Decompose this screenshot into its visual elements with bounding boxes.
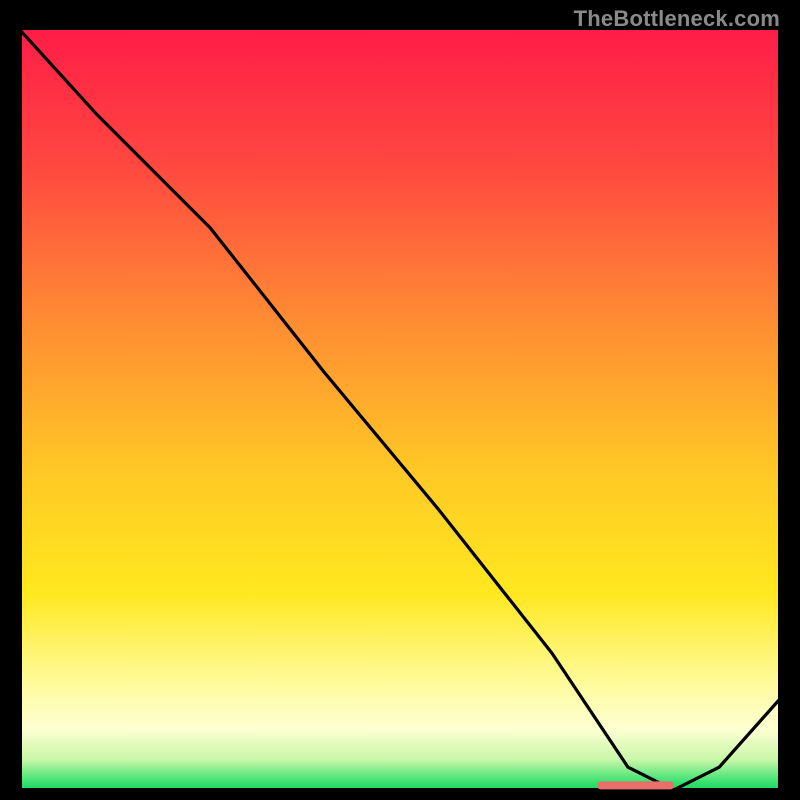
chart-svg (20, 30, 780, 790)
gradient-background (20, 30, 780, 790)
bottom-marker (598, 781, 674, 789)
watermark-text: TheBottleneck.com (574, 6, 780, 32)
chart-container: TheBottleneck.com (0, 0, 800, 800)
